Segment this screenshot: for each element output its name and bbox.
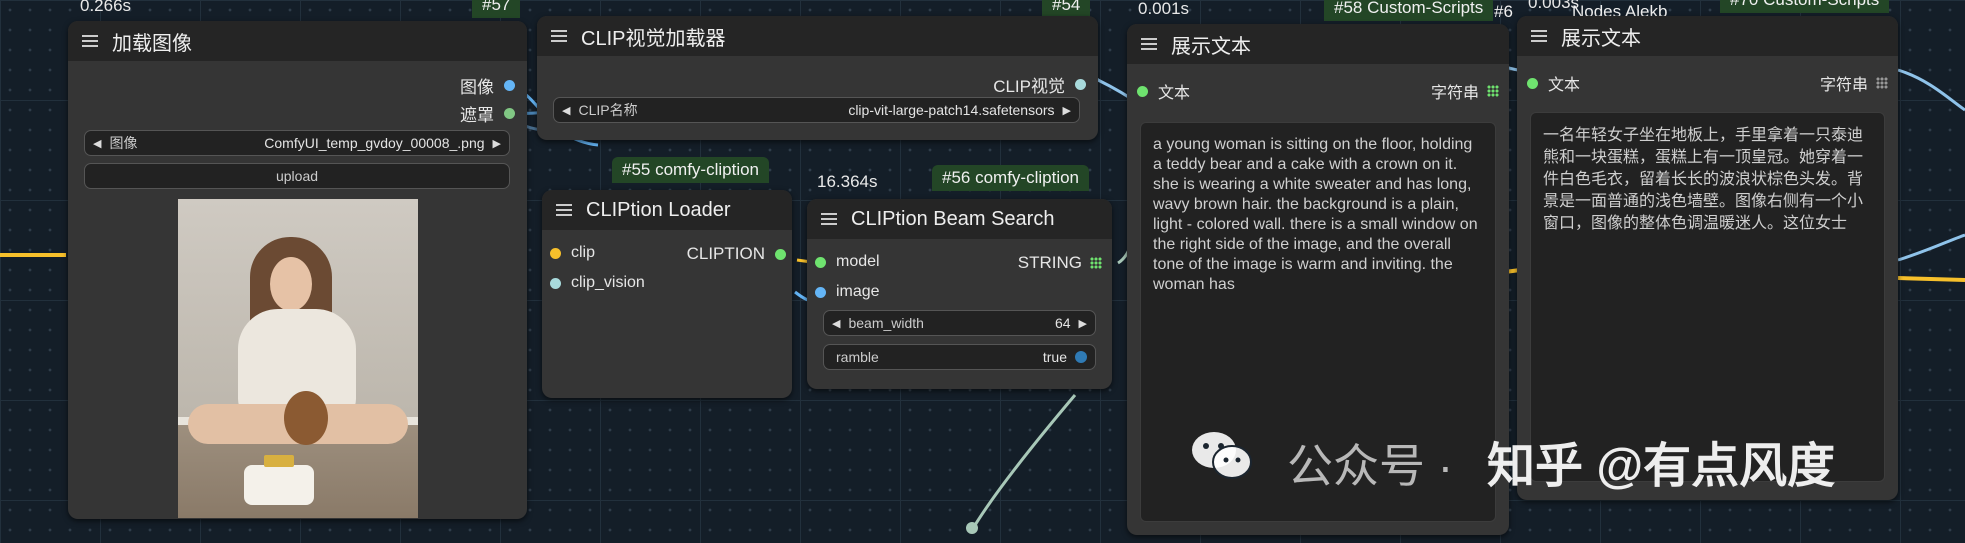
input-dot-model[interactable] xyxy=(815,256,826,268)
upload-label: upload xyxy=(275,168,319,184)
cliption-loader-header[interactable]: CLIPtion Loader xyxy=(542,190,792,230)
input-model[interactable]: model xyxy=(815,253,880,271)
cliption-loader-badge: #55 comfy-cliption xyxy=(612,157,770,183)
load-image-node[interactable]: 加载图像 图像 遮罩 ◀ 图像 ComfyUI_temp_gvdoy_00008… xyxy=(68,21,527,519)
node-title: 加载图像 xyxy=(112,32,192,55)
output-label: CLIPTION xyxy=(686,244,765,263)
load-image-badge: #57 xyxy=(472,0,521,18)
input-text[interactable]: 文本 xyxy=(1137,79,1190,103)
input-text[interactable]: 文本 xyxy=(1527,71,1580,95)
woman-face xyxy=(270,257,312,311)
show-text-2-badge: #70 Custom-Scripts xyxy=(1720,0,1890,13)
beam-search-header[interactable]: CLIPtion Beam Search xyxy=(807,199,1112,239)
menu-icon[interactable] xyxy=(82,35,98,47)
show-text-1-header[interactable]: 展示文本 xyxy=(1127,24,1509,64)
input-label: clip_vision xyxy=(571,274,645,291)
right-arrow-icon[interactable]: ▶ xyxy=(1063,104,1071,117)
input-label: clip xyxy=(571,244,596,261)
grid-icon[interactable] xyxy=(1487,85,1499,97)
load-image-header[interactable]: 加载图像 xyxy=(68,21,527,61)
menu-icon[interactable] xyxy=(556,204,572,216)
input-label: image xyxy=(836,283,880,300)
output-label: 字符串 xyxy=(1819,77,1868,94)
grid-icon[interactable] xyxy=(1090,257,1102,269)
input-clip[interactable]: clip xyxy=(550,244,595,262)
widget-value: ComfyUI_temp_gvdoy_00008_.png xyxy=(264,135,485,151)
image-preview xyxy=(178,199,418,518)
node-title: 展示文本 xyxy=(1171,35,1251,58)
show-text-1-timing: 0.001s xyxy=(1138,0,1190,18)
input-clip-vision[interactable]: clip_vision xyxy=(550,274,645,292)
menu-icon[interactable] xyxy=(1141,38,1157,50)
node-title: 展示文本 xyxy=(1561,27,1641,50)
left-arrow-icon[interactable]: ◀ xyxy=(562,104,570,117)
output-mask[interactable]: 遮罩 xyxy=(460,101,515,126)
clip-vision-loader-node[interactable]: CLIP视觉加载器 CLIP视觉 ◀ CLIP名称 clip-vit-large… xyxy=(537,16,1098,140)
ramble-toggle[interactable]: ramble true xyxy=(823,344,1096,370)
menu-icon[interactable] xyxy=(821,213,837,225)
beam-width-widget[interactable]: ◀ beam_width 64 ▶ xyxy=(823,310,1096,336)
widget-value: 64 xyxy=(1054,315,1071,331)
menu-icon[interactable] xyxy=(1531,30,1547,42)
output-image[interactable]: 图像 xyxy=(460,73,515,98)
output-label: 遮罩 xyxy=(460,106,494,125)
show-text-2-header[interactable]: 展示文本 xyxy=(1517,16,1898,56)
widget-label: beam_width xyxy=(848,315,924,331)
input-label: 文本 xyxy=(1548,77,1581,94)
output-dot[interactable] xyxy=(775,248,786,260)
output-dot-mask[interactable] xyxy=(504,108,515,119)
load-image-timing: 0.266s xyxy=(80,0,132,15)
widget-label: 图像 xyxy=(109,135,138,151)
widget-label: ramble xyxy=(836,349,879,365)
beam-search-badge: #56 comfy-cliption xyxy=(932,165,1090,191)
wechat-watermark: 公众号 · xyxy=(1287,440,1454,492)
input-dot-text[interactable] xyxy=(1527,77,1538,89)
output-string[interactable]: 字符串 xyxy=(1431,79,1499,103)
input-dot-clip-vision[interactable] xyxy=(550,277,561,289)
input-label: model xyxy=(836,253,880,270)
input-label: 文本 xyxy=(1158,85,1191,102)
clip-vision-loader-header[interactable]: CLIP视觉加载器 xyxy=(537,16,1098,56)
widget-label: CLIP名称 xyxy=(578,102,638,118)
right-arrow-icon[interactable]: ▶ xyxy=(1079,317,1087,330)
cliption-loader-node[interactable]: CLIPtion Loader clip clip_vision CLIPTIO… xyxy=(542,190,792,398)
zhihu-watermark: 知乎 @有点风度 xyxy=(1487,440,1836,493)
clip-name-widget[interactable]: ◀ CLIP名称 clip-vit-large-patch14.safetens… xyxy=(553,97,1080,123)
beam-search-timing: 16.364s xyxy=(817,172,878,191)
left-arrow-icon[interactable]: ◀ xyxy=(832,317,840,330)
output-label: 图像 xyxy=(460,78,494,97)
node-title: CLIP视觉加载器 xyxy=(581,27,726,50)
wechat-icon xyxy=(1192,432,1252,479)
widget-value: clip-vit-large-patch14.safetensors xyxy=(848,102,1055,118)
left-arrow-icon[interactable]: ◀ xyxy=(93,137,101,150)
upload-button[interactable]: upload xyxy=(84,163,510,189)
output-cliption[interactable]: CLIPTION xyxy=(687,244,786,264)
output-string[interactable]: 字符串 xyxy=(1820,71,1888,95)
node-title: CLIPtion Beam Search xyxy=(851,207,1055,230)
show-text-1-badge: #58 Custom-Scripts xyxy=(1324,0,1494,21)
output-label: 字符串 xyxy=(1430,85,1479,102)
grid-icon[interactable] xyxy=(1876,77,1888,89)
show-text-1-extra-badge: #6 xyxy=(1494,2,1513,21)
input-dot-clip[interactable] xyxy=(550,247,561,259)
cake-crown xyxy=(264,455,294,467)
node-title: CLIPtion Loader xyxy=(586,198,731,221)
output-clip-vision[interactable]: CLIP视觉 xyxy=(993,72,1086,97)
widget-value: true xyxy=(1042,349,1067,365)
output-string[interactable]: STRING xyxy=(1018,253,1102,273)
image-select-widget[interactable]: ◀ 图像 ComfyUI_temp_gvdoy_00008_.png ▶ xyxy=(84,130,510,156)
teddy-bear xyxy=(284,391,328,445)
input-dot-text[interactable] xyxy=(1137,85,1148,97)
input-dot-image[interactable] xyxy=(815,286,826,298)
beam-search-node[interactable]: CLIPtion Beam Search model image STRING … xyxy=(807,199,1112,389)
right-arrow-icon[interactable]: ▶ xyxy=(493,137,501,150)
menu-icon[interactable] xyxy=(551,30,567,42)
cake xyxy=(244,465,314,505)
toggle-indicator[interactable] xyxy=(1075,351,1087,363)
output-dot[interactable] xyxy=(1075,79,1086,90)
output-label: STRING xyxy=(1017,253,1082,272)
input-image[interactable]: image xyxy=(815,283,880,301)
output-label: CLIP视觉 xyxy=(993,77,1065,96)
output-dot-image[interactable] xyxy=(504,80,515,91)
